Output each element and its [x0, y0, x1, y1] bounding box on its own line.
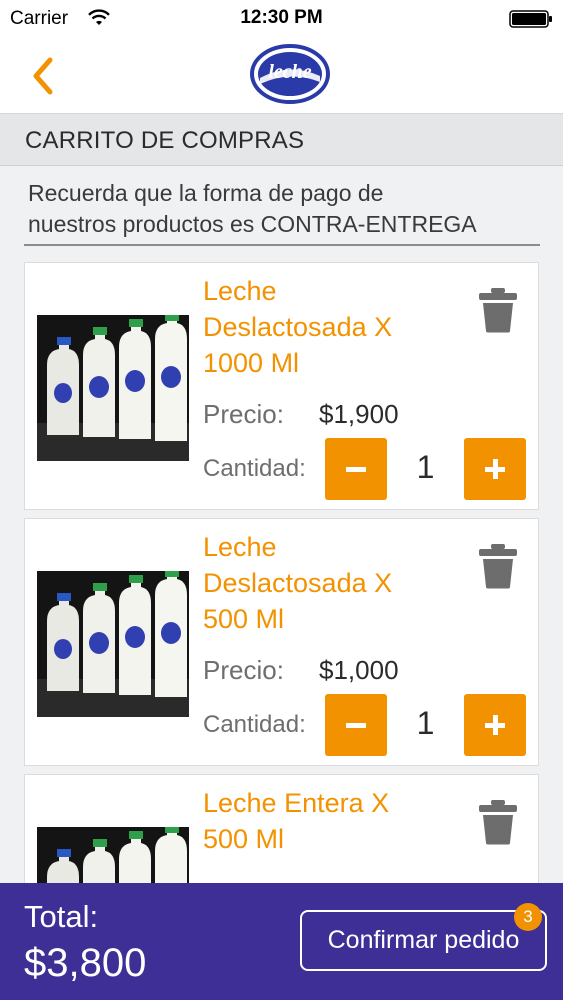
payment-notice: Recuerda que la forma de pago de nuestro…	[28, 178, 543, 240]
total-label: Total:	[24, 899, 99, 934]
increase-quantity-button[interactable]	[464, 438, 526, 500]
product-name: Leche Entera X 500 Ml	[203, 788, 390, 854]
product-name: Leche Deslactosada X 1000 Ml	[203, 276, 393, 378]
price-value: $1,000	[319, 655, 399, 685]
status-bar: Carrier 12:30 PM	[0, 0, 563, 38]
product-name: Leche Deslactosada X 500 Ml	[203, 532, 393, 634]
status-time: 12:30 PM	[240, 7, 323, 28]
minus-icon	[346, 467, 366, 472]
section-header: CARRITO DE COMPRAS	[0, 114, 563, 166]
total-value: $3,800	[24, 941, 147, 985]
trash-icon[interactable]	[477, 543, 519, 589]
chevron-left-icon[interactable]	[28, 56, 56, 96]
svg-text:leche: leche	[268, 61, 311, 83]
quantity-value: 1	[416, 705, 435, 741]
decrease-quantity-button[interactable]	[325, 694, 387, 756]
cart-screen: Carrier 12:30 PM leche CARRITO DE COMPRA…	[0, 0, 563, 1000]
battery-icon	[509, 10, 552, 28]
confirm-order-button[interactable]: Confirmar pedido	[300, 910, 547, 971]
cart-item: Leche Deslactosada X 500 Ml Precio: $1,0…	[24, 518, 539, 766]
page-title: CARRITO DE COMPRAS	[25, 127, 305, 154]
brand-logo: leche	[250, 44, 330, 104]
price-label: Precio:	[203, 655, 284, 685]
order-footer: Total: $3,800 Confirmar pedido 3	[0, 883, 563, 1000]
minus-icon	[346, 723, 366, 728]
price-label: Precio:	[203, 399, 284, 429]
nav-bar: leche	[0, 38, 563, 114]
price-value: $1,900	[319, 399, 399, 429]
trash-icon[interactable]	[477, 287, 519, 333]
quantity-label: Cantidad:	[203, 711, 306, 738]
divider	[24, 244, 540, 246]
cart-item: Leche Deslactosada X 1000 Ml Precio: $1,…	[24, 262, 539, 510]
quantity-label: Cantidad:	[203, 455, 306, 482]
decrease-quantity-button[interactable]	[325, 438, 387, 500]
notice-line: Recuerda que la forma de pago de	[28, 180, 384, 206]
notice-line: nuestros productos es CONTRA-ENTREGA	[28, 211, 477, 237]
trash-icon[interactable]	[477, 799, 519, 845]
product-image	[37, 571, 189, 717]
quantity-value: 1	[416, 449, 435, 485]
increase-quantity-button[interactable]	[464, 694, 526, 756]
product-image	[37, 315, 189, 461]
cart-count-badge: 3	[514, 903, 542, 931]
